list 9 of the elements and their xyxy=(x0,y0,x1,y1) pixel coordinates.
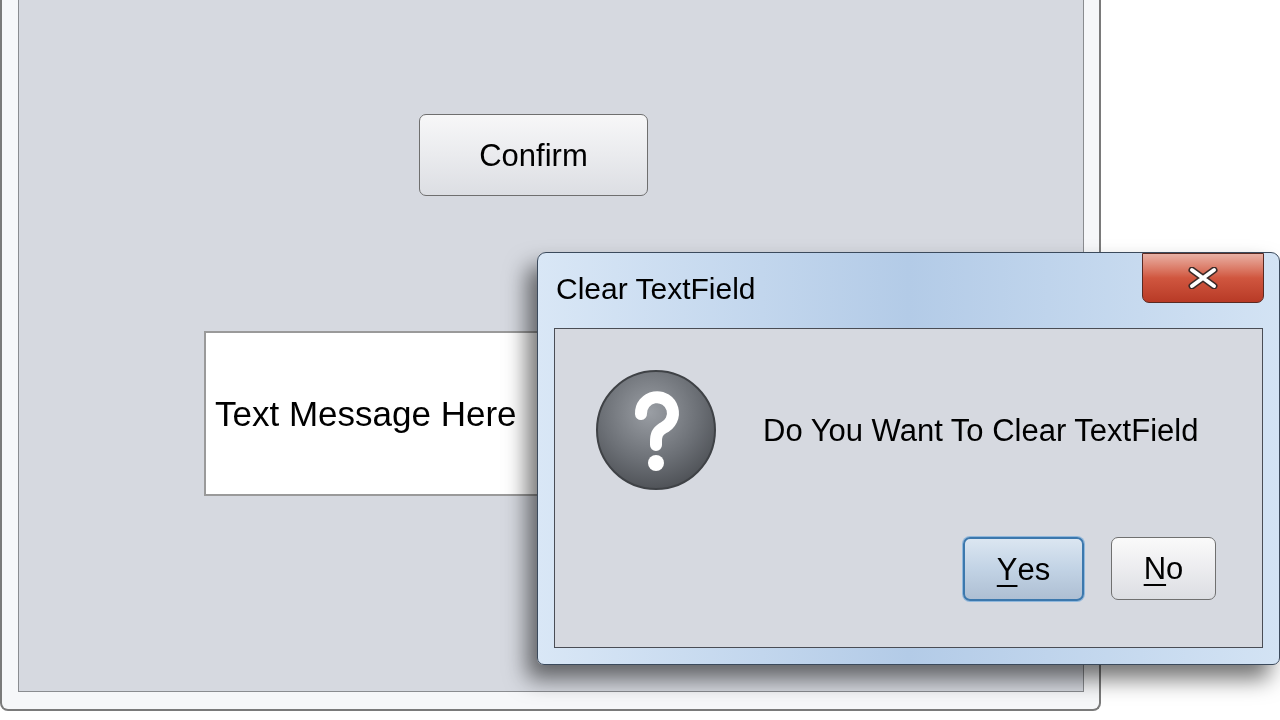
close-icon xyxy=(1188,267,1218,289)
dialog-title: Clear TextField xyxy=(556,274,756,304)
text-field[interactable]: Text Message Here xyxy=(204,331,538,496)
confirm-button[interactable]: Confirm xyxy=(419,114,648,196)
dialog-button[interactable]: Yes xyxy=(963,537,1084,601)
close-button[interactable] xyxy=(1142,253,1264,303)
dialog-button[interactable]: No xyxy=(1111,537,1216,600)
dialog-message: Do You Want To Clear TextField xyxy=(763,414,1199,446)
question-icon xyxy=(596,370,716,490)
